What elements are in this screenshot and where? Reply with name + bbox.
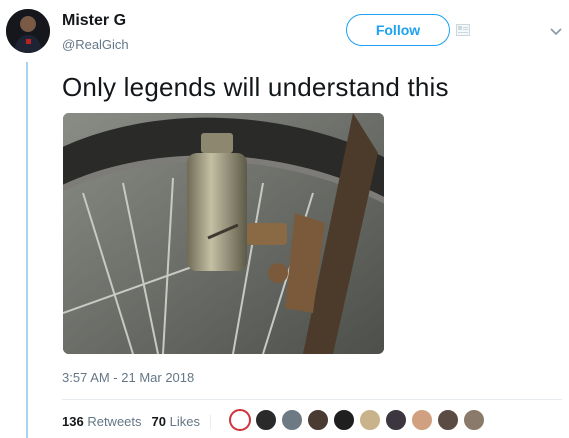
likes-stat[interactable]: 70 Likes: [152, 414, 200, 429]
liker-avatar[interactable]: [437, 409, 459, 431]
liker-avatar[interactable]: [281, 409, 303, 431]
stats-row: 136 Retweets 70 Likes: [62, 414, 211, 429]
liker-avatar[interactable]: [333, 409, 355, 431]
follow-button[interactable]: Follow: [346, 14, 450, 46]
thread-line: [26, 62, 28, 438]
author-name[interactable]: Mister G: [62, 12, 126, 30]
divider: [62, 399, 562, 400]
chevron-down-icon[interactable]: [549, 27, 563, 37]
liker-avatar[interactable]: [411, 409, 433, 431]
likes-label: Likes: [169, 414, 200, 429]
liker-avatar[interactable]: [255, 409, 277, 431]
retweets-label: Retweets: [87, 414, 142, 429]
retweets-stat[interactable]: 136 Retweets: [62, 414, 142, 429]
liker-avatar[interactable]: [229, 409, 251, 431]
liker-avatar[interactable]: [463, 409, 485, 431]
timestamp[interactable]: 3:57 AM - 21 Mar 2018: [62, 370, 194, 385]
stats-separator: [209, 414, 211, 429]
tweet-text: Only legends will understand this: [62, 72, 449, 102]
liker-avatar[interactable]: [385, 409, 407, 431]
likes-count: 70: [151, 414, 166, 429]
add-user-icon[interactable]: [456, 24, 470, 36]
author-handle[interactable]: @RealGich: [62, 37, 129, 52]
tweet-photo[interactable]: [63, 113, 384, 354]
liker-avatar[interactable]: [359, 409, 381, 431]
liker-avatar[interactable]: [307, 409, 329, 431]
avatar[interactable]: [6, 9, 50, 53]
retweets-count: 136: [62, 414, 84, 429]
liker-avatars: [229, 409, 489, 431]
